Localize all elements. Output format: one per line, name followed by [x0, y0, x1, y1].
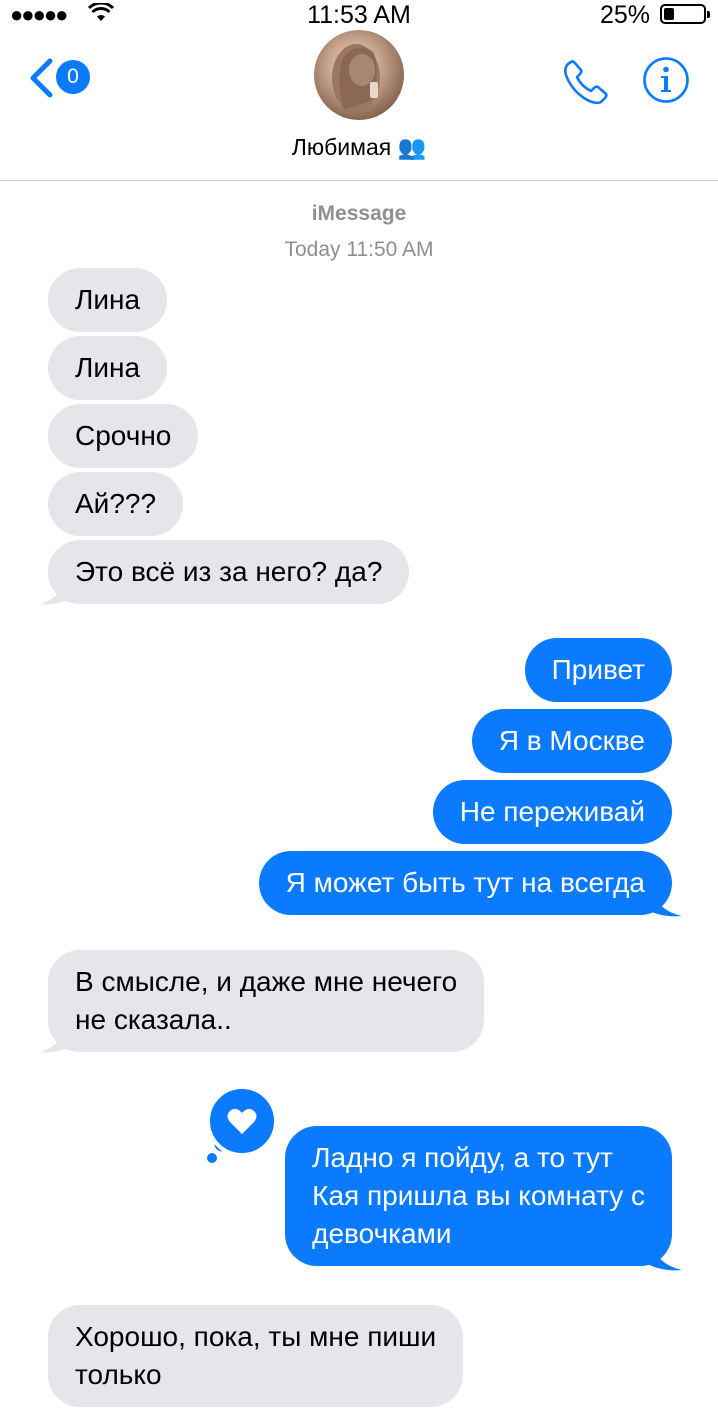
message-bubble-outgoing[interactable]: Я в Москве — [471, 709, 672, 773]
message-text: Это всё из за него? да? — [75, 556, 383, 587]
message-bubble-outgoing[interactable]: Ладно я пойду, а то тут Кая пришла вы ко… — [285, 1126, 672, 1266]
message-text-line: В смысле, и даже мне нечего — [75, 966, 458, 997]
status-bar: ●●●●● 11:53 AM 25% — [0, 0, 718, 30]
info-icon[interactable] — [642, 56, 690, 104]
message-text-line: только — [75, 1359, 162, 1390]
timestamp: Today 11:50 AM — [284, 238, 434, 261]
battery-percent: 25% — [599, 1, 650, 29]
message-bubble-incoming[interactable]: Лина — [48, 268, 168, 332]
bubble-tail — [644, 1244, 682, 1271]
message-text: Лина — [75, 284, 141, 315]
heart-reaction-icon[interactable] — [206, 1088, 286, 1168]
message-bubble-incoming[interactable]: Срочно — [48, 404, 199, 468]
back-button[interactable]: 0 — [28, 58, 98, 98]
bubble-tail — [40, 578, 74, 605]
message-text-line: Ладно я пойду, а то тут — [312, 1142, 613, 1173]
message-bubble-incoming[interactable]: Хорошо, пока, ты мне пиши только — [48, 1305, 464, 1407]
message-text: Привет — [551, 654, 645, 685]
avatar[interactable] — [314, 30, 404, 120]
message-text: Ай??? — [75, 488, 157, 519]
bubble-tail — [644, 890, 682, 917]
message-text: Срочно — [75, 420, 172, 451]
avatar-photo — [332, 44, 380, 112]
message-bubble-outgoing[interactable]: Не переживай — [432, 780, 672, 844]
message-bubble-incoming[interactable]: Лина — [48, 336, 168, 400]
back-chevron-icon — [30, 58, 53, 98]
contact-name[interactable]: Любимая 👥 — [0, 134, 718, 161]
phone-icon[interactable] — [562, 58, 610, 106]
message-bubble-outgoing[interactable]: Я может быть тут на всегда — [258, 851, 672, 915]
message-text: Не переживай — [459, 796, 645, 827]
unread-badge: 0 — [56, 60, 90, 94]
message-bubble-incoming[interactable]: Это всё из за него? да? — [48, 540, 410, 604]
message-text: Лина — [75, 352, 141, 383]
message-text-line: не сказала.. — [75, 1004, 232, 1035]
service-label: iMessage — [311, 202, 407, 225]
battery-level — [664, 8, 674, 20]
message-bubble-incoming[interactable]: В смысле, и даже мне нечего не сказала.. — [48, 950, 485, 1052]
battery-icon — [660, 4, 710, 24]
bubble-tail — [40, 1026, 74, 1053]
message-bubble-outgoing[interactable]: Привет — [524, 638, 672, 702]
message-text: Я может быть тут на всегда — [285, 867, 645, 898]
message-text-line: девочками — [312, 1218, 452, 1249]
message-text-line: Кая пришла вы комнату с — [312, 1180, 645, 1211]
message-text-line: Хорошо, пока, ты мне пиши — [75, 1321, 437, 1352]
message-bubble-incoming[interactable]: Ай??? — [48, 472, 184, 536]
message-text: Я в Москве — [498, 725, 645, 756]
conversation-header: 0 Любимая 👥 — [0, 30, 718, 181]
